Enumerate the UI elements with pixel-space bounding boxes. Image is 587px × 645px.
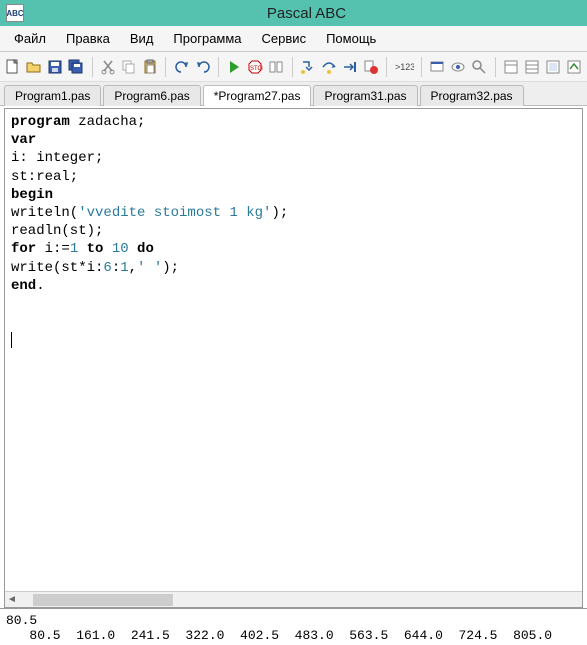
redo-button[interactable] xyxy=(193,56,212,78)
code-keyword: do xyxy=(129,241,154,257)
scroll-thumb[interactable] xyxy=(33,594,173,606)
menu-edit[interactable]: Правка xyxy=(60,29,116,48)
watch-button[interactable]: >123 xyxy=(393,56,415,78)
toolbar-separator xyxy=(165,57,166,77)
menu-file[interactable]: Файл xyxy=(8,29,52,48)
code-string: 'vvedite stoimost 1 kg' xyxy=(78,205,271,221)
toolbar-separator xyxy=(421,57,422,77)
code-text: : xyxy=(112,260,120,276)
code-editor[interactable]: program zadacha; var i: integer; st:real… xyxy=(5,109,582,591)
open-file-button[interactable] xyxy=(25,56,44,78)
toolbar-separator xyxy=(292,57,293,77)
code-text: st:real; xyxy=(11,169,78,185)
code-number: 6 xyxy=(103,260,111,276)
tab-program27[interactable]: *Program27.pas xyxy=(203,85,312,106)
code-text: ); xyxy=(271,205,288,221)
code-number: 1 xyxy=(120,260,128,276)
run-to-cursor-button[interactable] xyxy=(340,56,359,78)
svg-text:STOP: STOP xyxy=(250,66,263,72)
code-text: zadacha; xyxy=(70,114,146,130)
code-text: writeln( xyxy=(11,205,78,221)
code-number: 1 xyxy=(70,241,78,257)
menu-view[interactable]: Вид xyxy=(124,29,160,48)
module-button-1[interactable] xyxy=(501,56,520,78)
tab-program6[interactable]: Program6.pas xyxy=(103,85,200,106)
stop-button[interactable]: STOP xyxy=(246,56,265,78)
code-keyword: for xyxy=(11,241,36,257)
view-watch-button[interactable] xyxy=(449,56,468,78)
compile-button[interactable] xyxy=(267,56,286,78)
menu-service[interactable]: Сервис xyxy=(256,29,313,48)
horizontal-scrollbar[interactable]: ◄ xyxy=(5,591,582,607)
new-file-button[interactable] xyxy=(4,56,23,78)
svg-text:>123: >123 xyxy=(395,62,414,72)
step-over-button[interactable] xyxy=(319,56,338,78)
find-button[interactable] xyxy=(470,56,489,78)
module-button-2[interactable] xyxy=(522,56,541,78)
toolbar-separator xyxy=(495,57,496,77)
menu-program[interactable]: Программа xyxy=(167,29,247,48)
code-keyword: program xyxy=(11,114,70,130)
code-text: ); xyxy=(162,260,179,276)
step-into-button[interactable] xyxy=(298,56,317,78)
toolbar-separator xyxy=(218,57,219,77)
code-keyword: begin xyxy=(11,187,53,203)
toolbar-separator xyxy=(386,57,387,77)
view-output-button[interactable] xyxy=(428,56,447,78)
scroll-left-arrow[interactable]: ◄ xyxy=(5,593,19,607)
toolbar-separator xyxy=(92,57,93,77)
editor-frame: program zadacha; var i: integer; st:real… xyxy=(4,108,583,608)
save-button[interactable] xyxy=(46,56,65,78)
tab-strip: Program1.pas Program6.pas *Program27.pas… xyxy=(0,82,587,106)
output-panel: 80.5 80.5 161.0 241.5 322.0 402.5 483.0 … xyxy=(0,608,587,645)
menu-help[interactable]: Помощь xyxy=(320,29,382,48)
code-keyword: var xyxy=(11,132,36,148)
copy-button[interactable] xyxy=(119,56,138,78)
module-button-3[interactable] xyxy=(543,56,562,78)
title-bar: ABC Pascal ABC xyxy=(0,0,587,26)
cut-button[interactable] xyxy=(99,56,118,78)
save-all-button[interactable] xyxy=(67,56,86,78)
run-button[interactable] xyxy=(225,56,244,78)
code-keyword: to xyxy=(78,241,112,257)
code-keyword: end xyxy=(11,278,36,294)
code-string: ' ' xyxy=(137,260,162,276)
module-button-4[interactable] xyxy=(564,56,583,78)
text-cursor xyxy=(11,332,12,348)
toolbar: STOP >123 xyxy=(0,52,587,82)
output-line: 80.5 161.0 241.5 322.0 402.5 483.0 563.5… xyxy=(6,628,552,643)
undo-button[interactable] xyxy=(172,56,191,78)
tab-program1[interactable]: Program1.pas xyxy=(4,85,101,106)
output-line: 80.5 xyxy=(6,613,37,628)
app-logo: ABC xyxy=(6,4,24,22)
code-text: write(st*i: xyxy=(11,260,103,276)
paste-button[interactable] xyxy=(140,56,159,78)
tab-program31[interactable]: Program31.pas xyxy=(313,85,417,106)
menu-bar: Файл Правка Вид Программа Сервис Помощь xyxy=(0,26,587,52)
toggle-breakpoint-button[interactable] xyxy=(361,56,380,78)
code-text: i: integer; xyxy=(11,150,103,166)
window-title: Pascal ABC xyxy=(32,5,581,22)
code-text: i:= xyxy=(36,241,70,257)
code-number: 10 xyxy=(112,241,129,257)
tab-program32[interactable]: Program32.pas xyxy=(420,85,524,106)
code-text: , xyxy=(129,260,137,276)
code-text: . xyxy=(36,278,44,294)
code-text: readln(st); xyxy=(11,223,103,239)
